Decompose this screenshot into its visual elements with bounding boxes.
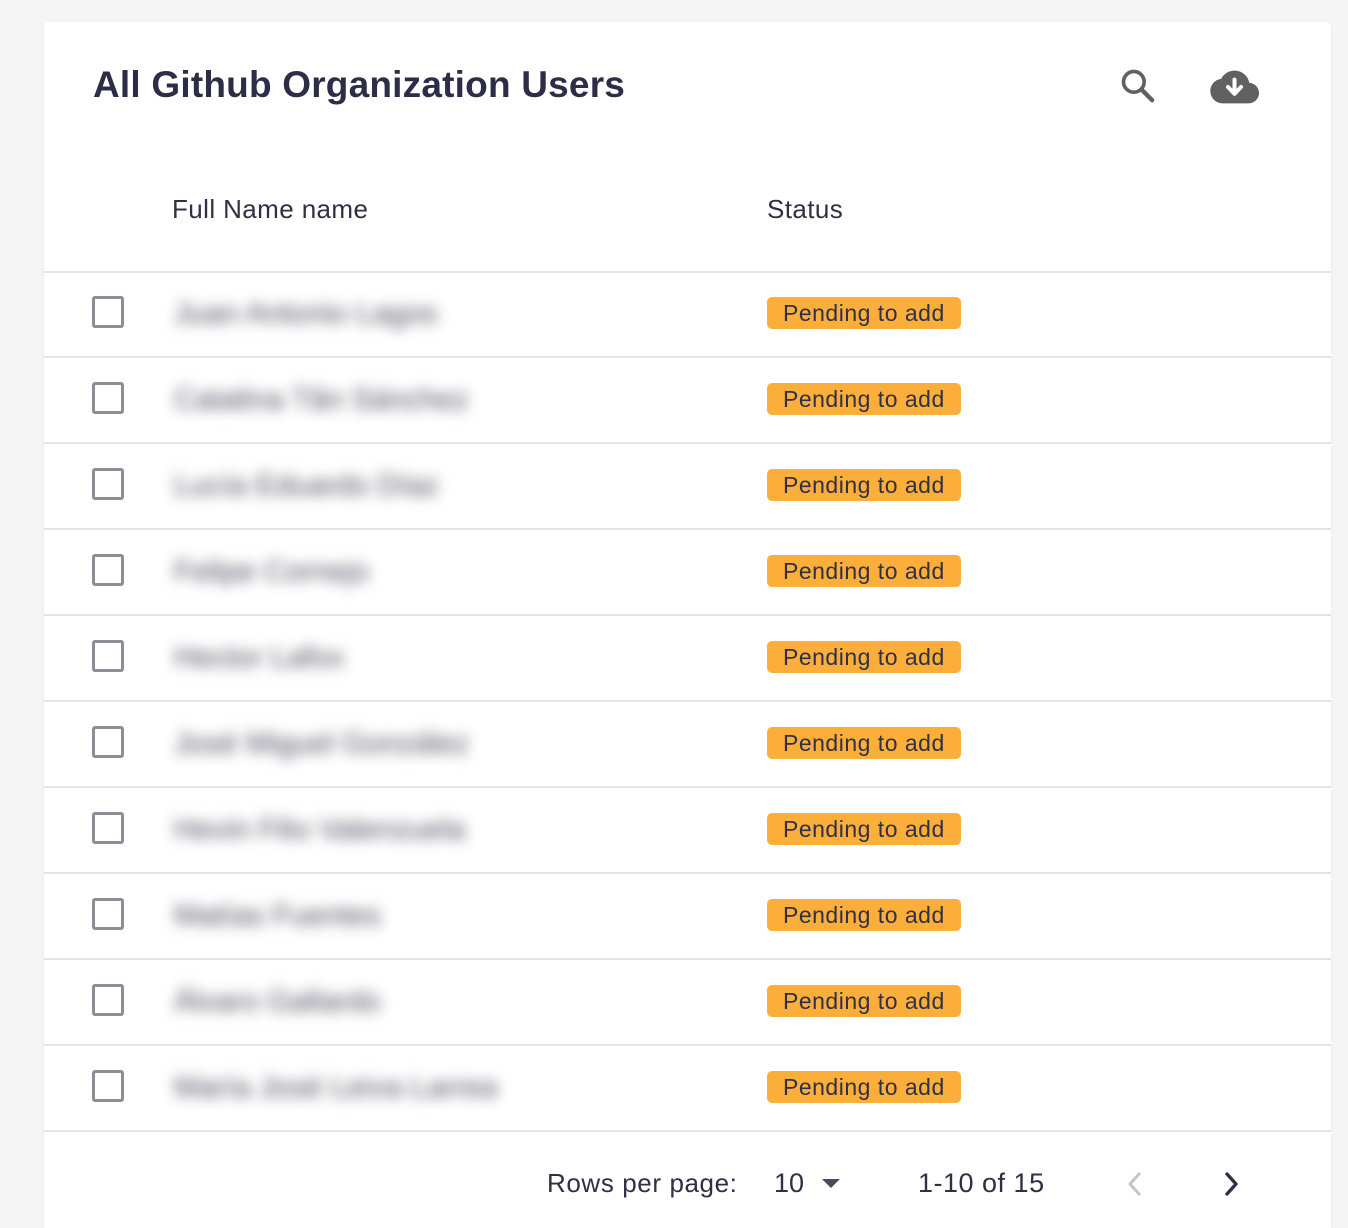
table-row[interactable]: María José Leiva Larrea Pending to add [44, 1046, 1331, 1132]
full-name-cell: Matías Fuentes [162, 874, 580, 960]
status-badge: Pending to add [767, 727, 961, 759]
full-name-cell: Hector Lafox [162, 616, 580, 702]
table-row[interactable]: Lucía Eduardo Díaz Pending to add [44, 444, 1331, 530]
full-name-text: Álvaro Gallardo [174, 985, 381, 1018]
table-row[interactable]: Juan Antonio Lagos Pending to add [44, 272, 1331, 358]
status-badge: Pending to add [767, 383, 961, 415]
column-header-full-name[interactable]: Full Name name [172, 192, 368, 226]
row-checkbox[interactable] [92, 382, 124, 414]
full-name-text: Catalina Tân Sánchez [174, 383, 469, 416]
search-button[interactable] [1108, 56, 1168, 116]
full-name-cell: Hevin Fêo Valenzuela [162, 788, 580, 874]
table-row[interactable]: José Miguel González Pending to add [44, 702, 1331, 788]
row-checkbox[interactable] [92, 640, 124, 672]
pagination-range: 1-10 of 15 [918, 1168, 1045, 1198]
cloud-download-icon [1210, 70, 1259, 104]
status-badge: Pending to add [767, 1071, 961, 1103]
row-checkbox[interactable] [92, 898, 124, 930]
table-pagination: Rows per page: 10 1-10 of 15 [44, 1132, 1331, 1228]
row-checkbox[interactable] [92, 812, 124, 844]
table-row[interactable]: Hevin Fêo Valenzuela Pending to add [44, 788, 1331, 874]
chevron-left-icon [1128, 1172, 1141, 1196]
status-badge: Pending to add [767, 555, 961, 587]
row-checkbox[interactable] [92, 554, 124, 586]
full-name-cell: José Miguel González [162, 702, 580, 788]
full-name-cell: Juan Antonio Lagos [162, 272, 580, 358]
full-name-text: Lucía Eduardo Díaz [174, 469, 440, 502]
full-name-cell: María José Leiva Larrea [162, 1046, 580, 1132]
full-name-cell: Lucía Eduardo Díaz [162, 444, 580, 530]
table-header-row: Full Name name Status [44, 150, 1331, 273]
download-button[interactable] [1204, 56, 1264, 116]
table-row[interactable]: Álvaro Gallardo Pending to add [44, 960, 1331, 1046]
full-name-text: Hevin Fêo Valenzuela [174, 813, 466, 846]
row-checkbox[interactable] [92, 984, 124, 1016]
full-name-text: José Miguel González [174, 727, 470, 760]
rows-per-page-select[interactable]: 10 [772, 1162, 846, 1202]
row-checkbox[interactable] [92, 468, 124, 500]
full-name-cell: Felipe Cornejo [162, 530, 580, 616]
status-badge: Pending to add [767, 297, 961, 329]
table-row[interactable]: Catalina Tân Sánchez Pending to add [44, 358, 1331, 444]
status-badge: Pending to add [767, 985, 961, 1017]
status-badge: Pending to add [767, 813, 961, 845]
rows-per-page-value: 10 [774, 1168, 805, 1198]
row-checkbox[interactable] [92, 296, 124, 328]
previous-page-button[interactable] [1113, 1162, 1157, 1206]
full-name-text: Hector Lafox [174, 641, 345, 674]
table-toolbar: All Github Organization Users [44, 22, 1331, 150]
chevron-right-icon [1225, 1172, 1238, 1196]
full-name-text: Matías Fuentes [174, 899, 381, 932]
row-checkbox[interactable] [92, 726, 124, 758]
status-badge: Pending to add [767, 899, 961, 931]
full-name-text: Felipe Cornejo [174, 555, 370, 588]
status-badge: Pending to add [767, 469, 961, 501]
page-title: All Github Organization Users [93, 64, 626, 105]
full-name-cell: Catalina Tân Sánchez [162, 358, 580, 444]
full-name-text: Juan Antonio Lagos [174, 297, 438, 330]
rows-per-page-label: Rows per page: [547, 1168, 738, 1198]
next-page-button[interactable] [1209, 1162, 1253, 1206]
full-name-text: María José Leiva Larrea [174, 1071, 498, 1104]
table-row[interactable]: Hector Lafox Pending to add [44, 616, 1331, 702]
row-checkbox[interactable] [92, 1070, 124, 1102]
column-header-status[interactable]: Status [767, 192, 843, 226]
table-row[interactable]: Felipe Cornejo Pending to add [44, 530, 1331, 616]
caret-down-icon [822, 1179, 840, 1188]
users-table-card: All Github Organization Users Full Name … [44, 22, 1331, 1228]
status-badge: Pending to add [767, 641, 961, 673]
table-row[interactable]: Matías Fuentes Pending to add [44, 874, 1331, 960]
table-body: Juan Antonio Lagos Pending to add Catali… [44, 272, 1331, 1132]
full-name-cell: Álvaro Gallardo [162, 960, 580, 1046]
search-icon [1121, 69, 1155, 103]
